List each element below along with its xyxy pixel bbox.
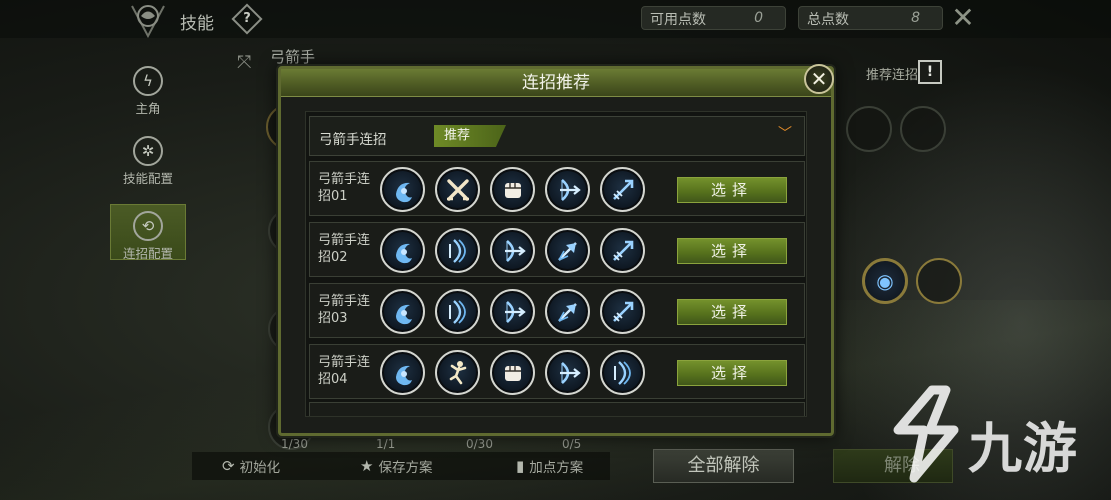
multi-bow-icon[interactable] <box>435 228 480 273</box>
select-button[interactable]: 选择 <box>677 238 787 264</box>
skill-counter: 1/30 <box>281 437 308 451</box>
select-button[interactable]: 选择 <box>677 360 787 386</box>
select-button[interactable]: 选择 <box>677 177 787 203</box>
select-button[interactable]: 选择 <box>677 299 787 325</box>
reset-button[interactable]: ⟳ 初始化 <box>222 455 280 477</box>
book-icon: ▮ <box>516 457 525 475</box>
skill-slot[interactable] <box>900 106 946 152</box>
skill-slot[interactable] <box>846 106 892 152</box>
combo-name: 弓箭手连招04 <box>318 355 371 387</box>
sidebar-item-hero[interactable]: ϟ 主角 <box>110 66 186 116</box>
jiuyou-logo-icon <box>893 385 959 483</box>
total-points: 总点数 8 <box>798 6 943 30</box>
wave-icon[interactable] <box>380 228 425 273</box>
class-title: 弓箭手 <box>270 48 316 66</box>
multi-bow-icon[interactable] <box>600 350 645 395</box>
add-point-plan-button[interactable]: ▮ 加点方案 <box>516 455 583 477</box>
sidebar-item-label: 连招配置 <box>122 246 173 261</box>
list-item <box>309 402 805 416</box>
crossed-arrows-icon: ⤧ <box>237 52 252 73</box>
total-points-label: 总点数 <box>807 12 849 28</box>
combo-recommend-dialog: 连招推荐 弓箭手连招 推荐 ﹀ 弓箭手连招01 选择 弓箭手连招02 选择 弓箭手连招0… <box>278 66 834 436</box>
wave-icon[interactable]: ◉ <box>862 258 908 304</box>
combo-row: 弓箭手连招04 选择 <box>309 344 805 399</box>
available-points: 可用点数 0 <box>641 6 786 30</box>
wave-icon[interactable] <box>380 167 425 212</box>
sidebar-item-combo-config[interactable]: ⟲ 连招配置 <box>110 204 186 261</box>
dialog-close-button[interactable]: ✕ <box>804 64 834 94</box>
combo-row: 弓箭手连招01 选择 <box>309 161 805 216</box>
available-points-value: 0 <box>754 10 763 26</box>
combo-name: 弓箭手连招03 <box>318 294 371 326</box>
combo-selector-label: 弓箭手连招 <box>319 132 387 148</box>
skill-slot[interactable] <box>916 258 962 304</box>
reset-label: 初始化 <box>239 460 281 476</box>
dialog-header: 连招推荐 <box>281 69 831 97</box>
bow-icon[interactable] <box>545 167 590 212</box>
recommend-combo-button[interactable]: ! <box>918 60 942 84</box>
spread-arrow-icon[interactable] <box>545 228 590 273</box>
fist-icon[interactable] <box>490 350 535 395</box>
combo-name: 弓箭手连招02 <box>318 233 371 265</box>
save-plan-button[interactable]: ★ 保存方案 <box>360 455 432 477</box>
crossed-swords-icon[interactable] <box>435 167 480 212</box>
available-points-label: 可用点数 <box>650 12 706 28</box>
combo-selector[interactable]: 弓箭手连招 推荐 ﹀ <box>309 116 805 156</box>
unlock-all-button[interactable]: 全部解除 <box>653 449 794 483</box>
arrow-icon[interactable] <box>600 228 645 273</box>
dodge-figure-icon[interactable] <box>435 350 480 395</box>
page-title: 技能 <box>180 14 214 34</box>
help-icon: ? <box>243 11 251 26</box>
star-icon: ★ <box>360 457 374 475</box>
recommend-tag: 推荐 <box>434 125 506 147</box>
wave-icon[interactable] <box>380 289 425 334</box>
multi-bow-icon[interactable] <box>435 289 480 334</box>
skill-counter: 0/30 <box>466 437 493 451</box>
combo-icon: ⟲ <box>133 211 163 241</box>
fist-icon[interactable] <box>490 167 535 212</box>
combo-name: 弓箭手连招01 <box>318 172 371 204</box>
chevron-down-icon[interactable]: ﹀ <box>776 125 794 143</box>
dragon-emblem-icon <box>131 5 165 38</box>
sidebar-item-label: 主角 <box>135 101 161 116</box>
sidebar-item-skill-config[interactable]: ✲ 技能配置 <box>110 136 186 186</box>
lightning-icon: ϟ <box>133 66 163 96</box>
save-plan-label: 保存方案 <box>378 460 433 476</box>
bow-icon[interactable] <box>545 350 590 395</box>
bow-icon[interactable] <box>490 289 535 334</box>
combo-row: 弓箭手连招02 选择 <box>309 222 805 277</box>
bow-icon[interactable] <box>490 228 535 273</box>
sidebar-item-label: 技能配置 <box>122 171 173 186</box>
spread-arrow-icon[interactable] <box>545 289 590 334</box>
recommend-combo-label: 推荐连招 <box>866 68 919 83</box>
arrow-icon[interactable] <box>600 289 645 334</box>
wave-icon[interactable] <box>380 350 425 395</box>
combo-row: 弓箭手连招03 选择 <box>309 283 805 338</box>
dialog-title: 连招推荐 <box>522 73 590 93</box>
watermark-text: 九游 <box>968 417 1078 480</box>
refresh-icon: ⟳ <box>222 457 235 475</box>
skill-counter: 0/5 <box>562 437 582 451</box>
dialog-body: 弓箭手连招 推荐 ﹀ 弓箭手连招01 选择 弓箭手连招02 选择 弓箭手连招03 选择 弓箭… <box>305 111 807 417</box>
skill-counter: 1/1 <box>376 437 396 451</box>
total-points-value: 8 <box>911 10 920 26</box>
add-point-plan-label: 加点方案 <box>529 460 584 476</box>
close-icon[interactable]: ✕ <box>950 4 976 32</box>
arrow-icon[interactable] <box>600 167 645 212</box>
swirl-icon: ✲ <box>133 136 163 166</box>
